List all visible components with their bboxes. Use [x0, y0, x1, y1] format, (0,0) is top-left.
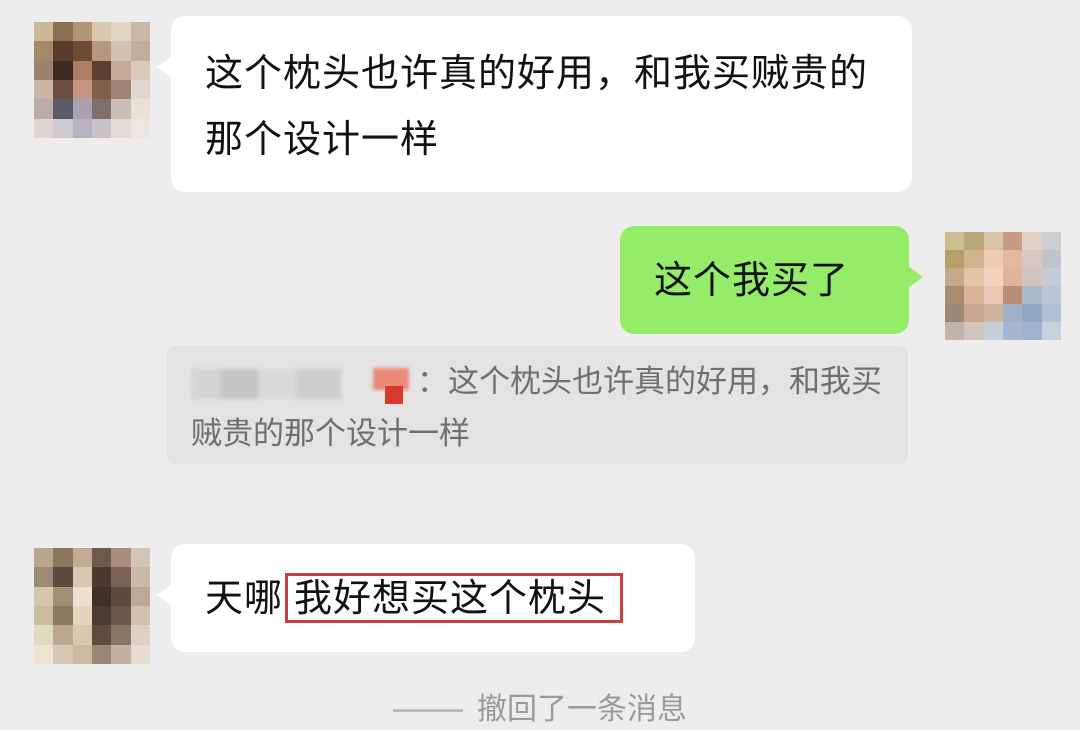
highlighted-text: 我好想买这个枕头 — [285, 573, 624, 623]
message-text: 这个枕头也许真的好用，和我买贼贵的那个设计一样 — [205, 51, 869, 161]
recall-text: 撤回了一条消息 — [477, 692, 687, 727]
blurred-name — [393, 709, 463, 712]
message-text: 这个我买了 — [654, 258, 850, 302]
quoted-message[interactable]: ：这个枕头也许真的好用，和我买贼贵的那个设计一样 — [167, 346, 908, 464]
contact-avatar[interactable] — [34, 22, 150, 138]
incoming-message-bubble[interactable]: 天哪 我好想买这个枕头 — [157, 544, 695, 652]
outgoing-message-bubble[interactable]: 这个我买了 — [620, 226, 923, 334]
contact-avatar[interactable] — [34, 548, 150, 664]
message-text-prefix: 天哪 — [205, 576, 284, 620]
message-text: 天哪 我好想买这个枕头 — [205, 565, 695, 631]
sender-emoji-icon — [369, 364, 413, 404]
my-avatar[interactable] — [945, 232, 1061, 340]
quoted-sender-name — [191, 368, 341, 399]
incoming-message-bubble[interactable]: 这个枕头也许真的好用，和我买贼贵的那个设计一样 — [157, 16, 912, 192]
system-notice: 撤回了一条消息 — [0, 690, 1080, 730]
